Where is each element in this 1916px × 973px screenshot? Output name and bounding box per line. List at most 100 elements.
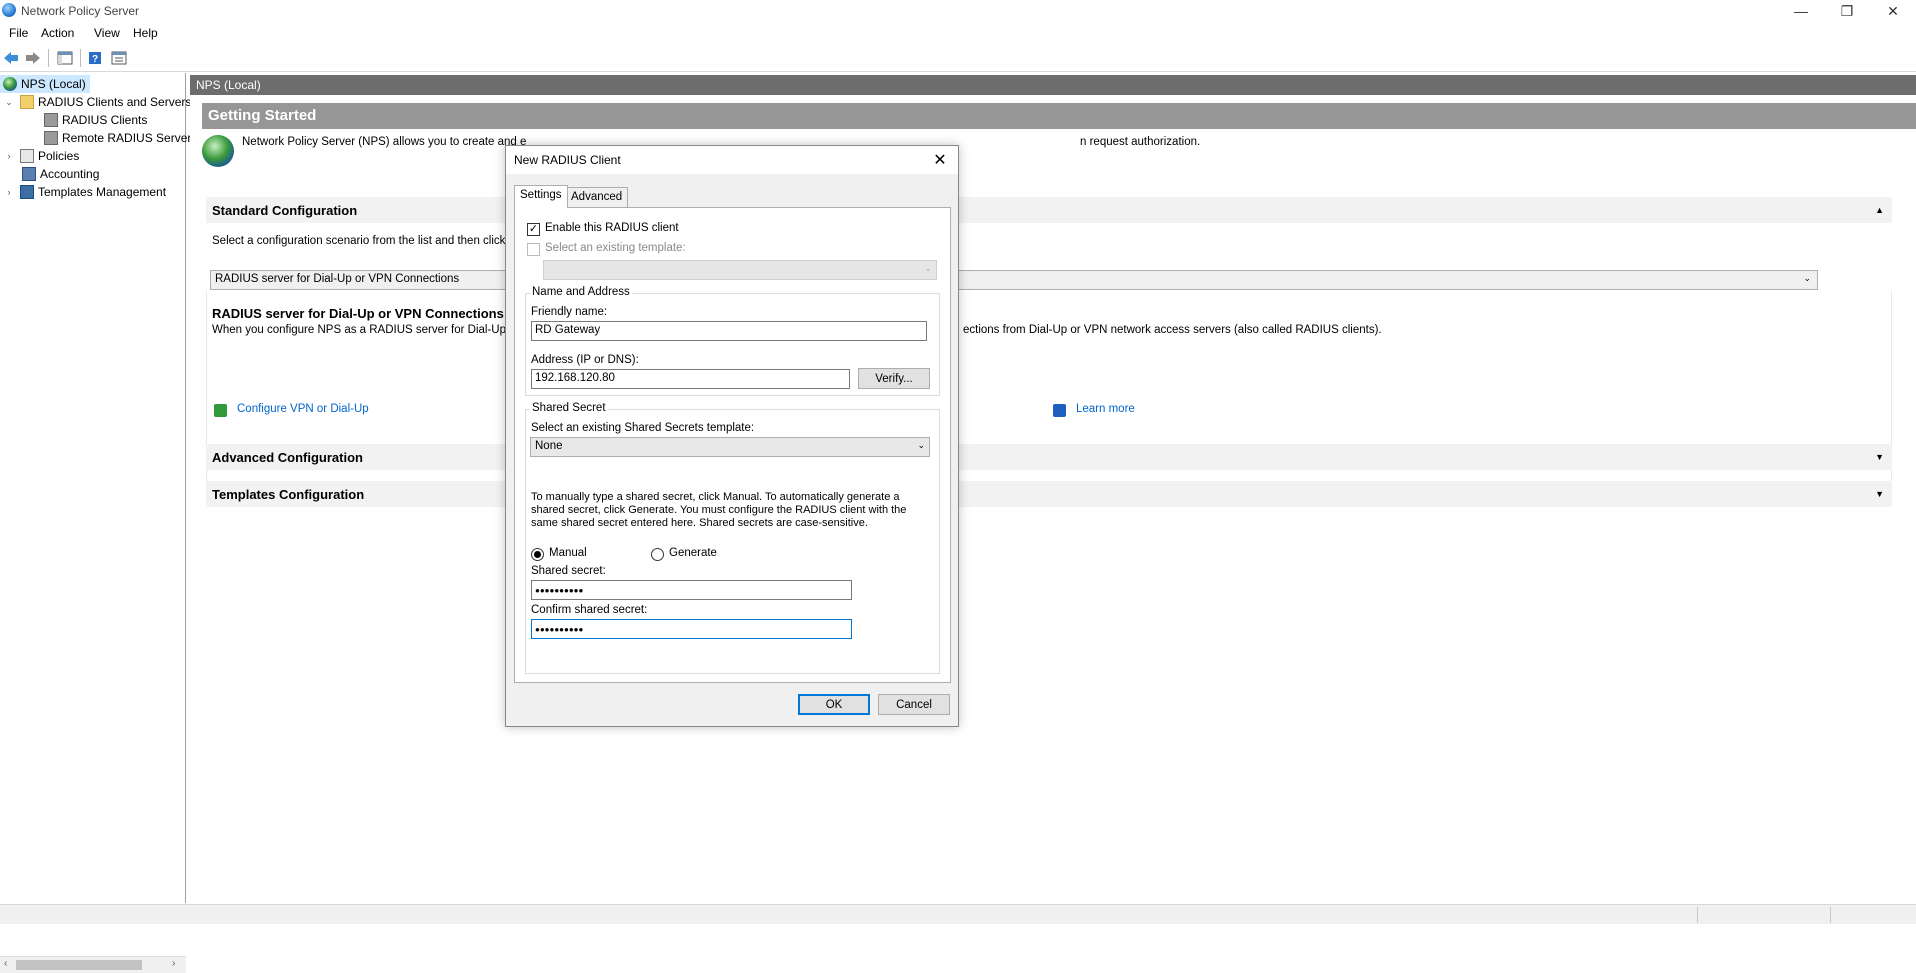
- address-label: Address (IP or DNS):: [531, 354, 639, 366]
- chevron-down-icon[interactable]: ⌄: [4, 97, 14, 108]
- chevron-right-icon[interactable]: ›: [4, 187, 14, 197]
- select-scenario-label: Select a configuration scenario from the…: [212, 235, 531, 247]
- templates-icon: [20, 185, 34, 199]
- server-icon: [44, 113, 58, 127]
- address-input[interactable]: 192.168.120.80: [531, 369, 850, 389]
- manual-radio[interactable]: [531, 548, 544, 561]
- generate-radio[interactable]: [651, 548, 664, 561]
- existing-template-label: Select an existing template:: [545, 242, 686, 254]
- tree-item-label: Policies: [38, 149, 80, 163]
- scenario-select[interactable]: RADIUS server for Dial-Up or VPN Connect…: [210, 270, 1818, 290]
- tab-advanced[interactable]: Advanced: [565, 187, 629, 207]
- tree-item-accounting[interactable]: Accounting: [22, 165, 99, 183]
- toolbar: ?: [0, 44, 1916, 72]
- generate-label: Generate: [669, 547, 717, 559]
- secret-help-text: To manually type a shared secret, click …: [531, 491, 907, 529]
- scenario-title: RADIUS server for Dial-Up or VPN Connect…: [212, 306, 504, 321]
- section-title: Standard Configuration: [212, 203, 358, 218]
- tree-item-radius-clients-servers[interactable]: ⌄ RADIUS Clients and Servers: [4, 93, 191, 111]
- help-icon[interactable]: ?: [86, 49, 104, 67]
- globe-icon: [202, 135, 234, 167]
- existing-template-checkbox: [527, 243, 540, 256]
- tree-item-label: RADIUS Clients and Servers: [38, 95, 192, 109]
- enable-client-label: Enable this RADIUS client: [545, 222, 679, 234]
- status-divider: [1697, 907, 1698, 923]
- menu-file[interactable]: File: [9, 26, 28, 40]
- chevron-up-icon[interactable]: ▲: [1875, 205, 1884, 215]
- restore-button[interactable]: ❐: [1824, 0, 1870, 22]
- minimize-button[interactable]: —: [1778, 0, 1824, 22]
- scroll-left-icon[interactable]: ‹: [4, 958, 7, 969]
- verify-button[interactable]: Verify...: [858, 368, 930, 389]
- tree-item-label: RADIUS Clients: [62, 113, 148, 127]
- accounting-icon: [22, 167, 36, 181]
- learn-more-arrow-icon: [1053, 404, 1066, 417]
- enable-client-checkbox[interactable]: ✓: [527, 223, 540, 236]
- ok-button[interactable]: OK: [798, 694, 870, 715]
- status-bar: [0, 904, 1916, 924]
- svg-text:?: ?: [92, 54, 98, 65]
- toolbar-separator: [80, 49, 81, 67]
- configure-vpn-link[interactable]: Configure VPN or Dial-Up: [237, 403, 369, 415]
- dialog-title-bar: New RADIUS Client ✕: [506, 146, 958, 174]
- properties-icon[interactable]: [110, 49, 128, 67]
- learn-more-link[interactable]: Learn more: [1076, 403, 1135, 415]
- menu-action[interactable]: Action: [41, 26, 74, 40]
- shared-secret-label: Shared secret:: [531, 565, 606, 577]
- menu-view[interactable]: View: [94, 26, 120, 40]
- templates-config-header[interactable]: Templates Configuration ▼: [206, 481, 1892, 507]
- tree-item-radius-clients[interactable]: RADIUS Clients: [44, 111, 147, 129]
- page-title: Getting Started: [202, 103, 1916, 129]
- scenario-select-value: RADIUS server for Dial-Up or VPN Connect…: [215, 273, 460, 285]
- tree-item-policies[interactable]: › Policies: [4, 147, 79, 165]
- group-label: Shared Secret: [530, 402, 608, 414]
- tree-item-label: Accounting: [40, 167, 100, 181]
- menu-help[interactable]: Help: [133, 26, 158, 40]
- console-tree: NPS (Local) ⌄ RADIUS Clients and Servers…: [0, 73, 191, 973]
- chevron-down-icon[interactable]: ▼: [1875, 452, 1884, 462]
- manual-label: Manual: [549, 547, 587, 559]
- folder-icon: [20, 95, 34, 109]
- cancel-button[interactable]: Cancel: [878, 694, 950, 715]
- secret-template-value: None: [535, 440, 563, 452]
- dialog-title: New RADIUS Client: [514, 153, 621, 167]
- secret-template-label: Select an existing Shared Secrets templa…: [531, 422, 755, 434]
- scenario-desc-right: ections from Dial-Up or VPN network acce…: [963, 324, 1382, 336]
- globe-icon: [2, 3, 16, 17]
- tree-item-remote-radius[interactable]: Remote RADIUS Server: [44, 129, 191, 147]
- confirm-secret-input[interactable]: ●●●●●●●●●●: [531, 619, 852, 639]
- chevron-down-icon: ⌄: [1803, 273, 1811, 283]
- forward-arrow-icon[interactable]: [24, 49, 42, 67]
- configure-arrow-icon: [214, 404, 227, 417]
- section-title: Templates Configuration: [212, 487, 365, 502]
- chevron-down-icon: ⌄: [924, 263, 932, 273]
- console-tree-icon[interactable]: [56, 49, 74, 67]
- status-divider: [1830, 907, 1831, 923]
- existing-template-select: ⌄: [543, 260, 937, 280]
- intro-text: Network Policy Server (NPS) allows you t…: [242, 136, 526, 148]
- breadcrumb: NPS (Local): [190, 75, 1916, 95]
- chevron-right-icon[interactable]: ›: [4, 151, 14, 161]
- tab-settings[interactable]: Settings: [514, 185, 568, 208]
- tree-item-nps-local[interactable]: NPS (Local): [0, 75, 90, 93]
- standard-config-header[interactable]: Standard Configuration ▲: [206, 197, 1892, 223]
- close-window-button[interactable]: ✕: [1870, 0, 1916, 22]
- chevron-down-icon: ⌄: [917, 440, 925, 450]
- scroll-thumb[interactable]: [16, 960, 142, 970]
- intro-text-left: Network Policy Server (NPS) allows you t…: [242, 136, 527, 148]
- policies-icon: [20, 149, 34, 163]
- back-arrow-icon[interactable]: [2, 49, 20, 67]
- secret-template-select[interactable]: None ⌄: [530, 437, 930, 457]
- advanced-config-header[interactable]: Advanced Configuration ▼: [206, 444, 1892, 470]
- friendly-name-input[interactable]: RD Gateway: [531, 321, 927, 341]
- tree-horizontal-scrollbar[interactable]: ‹ ›: [0, 956, 186, 973]
- close-icon[interactable]: ✕: [928, 148, 952, 172]
- chevron-down-icon[interactable]: ▼: [1875, 489, 1884, 499]
- globe-icon: [3, 77, 17, 91]
- menu-bar: File Action View Help: [0, 22, 1916, 44]
- tree-item-templates[interactable]: › Templates Management: [4, 183, 166, 201]
- tree-item-label: Templates Management: [38, 185, 167, 199]
- scroll-right-icon[interactable]: ›: [172, 958, 175, 969]
- scenario-desc-left: When you configure NPS as a RADIUS serve…: [212, 324, 531, 336]
- shared-secret-input[interactable]: ●●●●●●●●●●: [531, 580, 852, 600]
